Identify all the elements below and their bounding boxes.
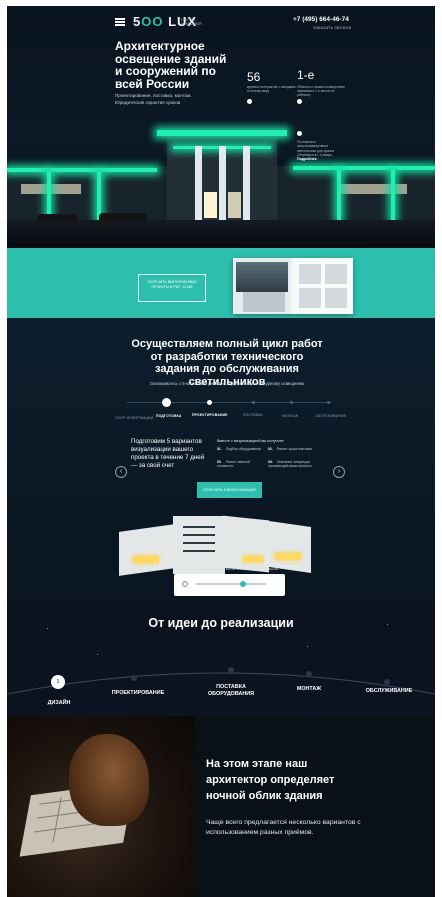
plus-icon[interactable] — [247, 99, 252, 104]
prev-arrow-button[interactable]: ‹ — [115, 466, 127, 478]
car-shape — [99, 213, 147, 221]
idea-step-label[interactable]: ДИЗАЙН — [35, 700, 83, 707]
side-note-text: Поставили и запрограммировали светильник… — [297, 140, 335, 157]
step-dot[interactable] — [290, 401, 293, 404]
step-label[interactable]: МОНТАЖ — [282, 414, 298, 418]
step-dot[interactable] — [207, 400, 212, 405]
top-bar: 5OO LUX ГРУППА КОМПАНИЙ +7 (495) 664-46-… — [7, 6, 435, 40]
design-stage-title: На этом этапе наш архитектор определяет … — [206, 758, 335, 802]
step-label[interactable]: ОБСЛУЖИВАНИЕ — [315, 414, 346, 418]
stat-rank-number: 1-е — [297, 68, 315, 82]
full-cycle-section: Осуществляем полный цикл работ от разраб… — [7, 318, 435, 606]
stat-contracts-text: крупных контрактов с заводами по всему м… — [247, 85, 296, 93]
hero-ground — [7, 220, 435, 248]
idea-step-label[interactable]: ПОСТАВКА ОБОРУДОВАНИЯ — [203, 684, 259, 698]
idea-step-label[interactable]: МОНТАЖ — [287, 686, 331, 693]
architect-photo — [7, 716, 195, 897]
idea-title: От идеи до реализации — [148, 616, 294, 630]
stat-contracts-number: 56 — [247, 70, 261, 84]
benefits-title: Вместе с визуализацией вы получите: — [217, 439, 285, 443]
landing-page: 5OO LUX ГРУППА КОМПАНИЙ +7 (495) 664-46-… — [7, 6, 435, 897]
side-note-link[interactable]: Подробнее — [297, 157, 343, 161]
day-night-slider[interactable] — [174, 574, 285, 596]
benefit-item: 04. Описание концепции отражающей ваши пр… — [268, 460, 312, 469]
step-dot[interactable] — [252, 401, 255, 404]
design-stage-text: Чаще всего предлагается несколько вариан… — [206, 819, 361, 836]
step-label-active[interactable]: ПОДГОТОВКА — [156, 414, 182, 418]
step-dot[interactable] — [327, 401, 330, 404]
design-stage-section: На этом этапе наш архитектор определяет … — [7, 716, 435, 897]
play-icon[interactable] — [182, 581, 188, 587]
idea-step-label[interactable]: ОБСЛУЖИВАНИЕ — [359, 688, 419, 695]
download-portfolio-button[interactable]: ПОЛУЧИТЬ ВЫПОЛНЕННЫЕ ПРОЕКТЫ В PDF, 13 М… — [138, 274, 206, 302]
visualization-offer: Подготовим 5 вариантов визуализации ваше… — [131, 438, 205, 469]
steps-track — [127, 402, 332, 403]
idea-step-label[interactable]: ПРОЕКТИРОВАНИЕ — [107, 690, 169, 697]
active-step-circle[interactable]: 1 — [51, 675, 65, 689]
slider-handle[interactable] — [240, 581, 246, 587]
hero-subtitle: Проектирование, поставка, монтаж. Юридич… — [115, 93, 192, 105]
portfolio-band: ПОЛУЧИТЬ ВЫПОЛНЕННЫЕ ПРОЕКТЫ В PDF, 13 М… — [7, 248, 435, 318]
get-visualizations-button[interactable]: ПОЛУЧИТЬ 5 ВИЗУАЛИЗАЦИЙ — [197, 482, 262, 498]
plus-icon[interactable] — [297, 131, 302, 136]
logo-subtitle: ГРУППА КОМПАНИЙ — [181, 18, 202, 27]
phone-number[interactable]: +7 (495) 664-46-74 — [293, 16, 349, 23]
idea-section: От идеи до реализации 1 ДИЗАЙН ПРОЕКТИРО… — [7, 606, 435, 716]
benefit-item: 01. Подбор оборудования — [217, 447, 261, 451]
step-label[interactable]: ПРОЕКТИРОВАНИЕ — [192, 413, 228, 417]
menu-icon[interactable] — [115, 18, 125, 26]
car-shape — [37, 214, 77, 222]
next-arrow-button[interactable]: › — [333, 466, 345, 478]
hero-section: 5OO LUX ГРУППА КОМПАНИЙ +7 (495) 664-46-… — [7, 6, 435, 248]
step-label[interactable]: ПОСТАВКА — [243, 413, 263, 417]
benefit-item: 03. Расчет светлой стоимости — [217, 460, 250, 469]
hero-side-note: Поставили и запрограммировали светильник… — [297, 140, 343, 161]
cycle-subtitle: Ознакомьтесь с 6-ю этапами решения задач… — [149, 381, 305, 386]
callback-link[interactable]: ЗАКАЗАТЬ ЗВОНОК — [313, 26, 351, 30]
benefit-item: 02. Расчет срока монтажа — [268, 447, 312, 451]
portfolio-brochure-image — [233, 258, 353, 314]
slider-track[interactable] — [196, 583, 266, 585]
stat-rank-text: Объекты с нашим освещением принимают 1-е… — [297, 85, 345, 97]
compare-label: СРАВНИТЕ ДНЕВНОЕ И НОЧНОЕ ОСВЕЩЕНИЕ — [199, 567, 279, 571]
plus-icon[interactable] — [297, 99, 302, 104]
hero-title: Архитектурное освещение зданий и сооруже… — [115, 39, 227, 91]
step-label[interactable]: СБОР ИНФОРМАЦИИ — [115, 416, 153, 420]
step-dot-active[interactable] — [162, 398, 171, 407]
